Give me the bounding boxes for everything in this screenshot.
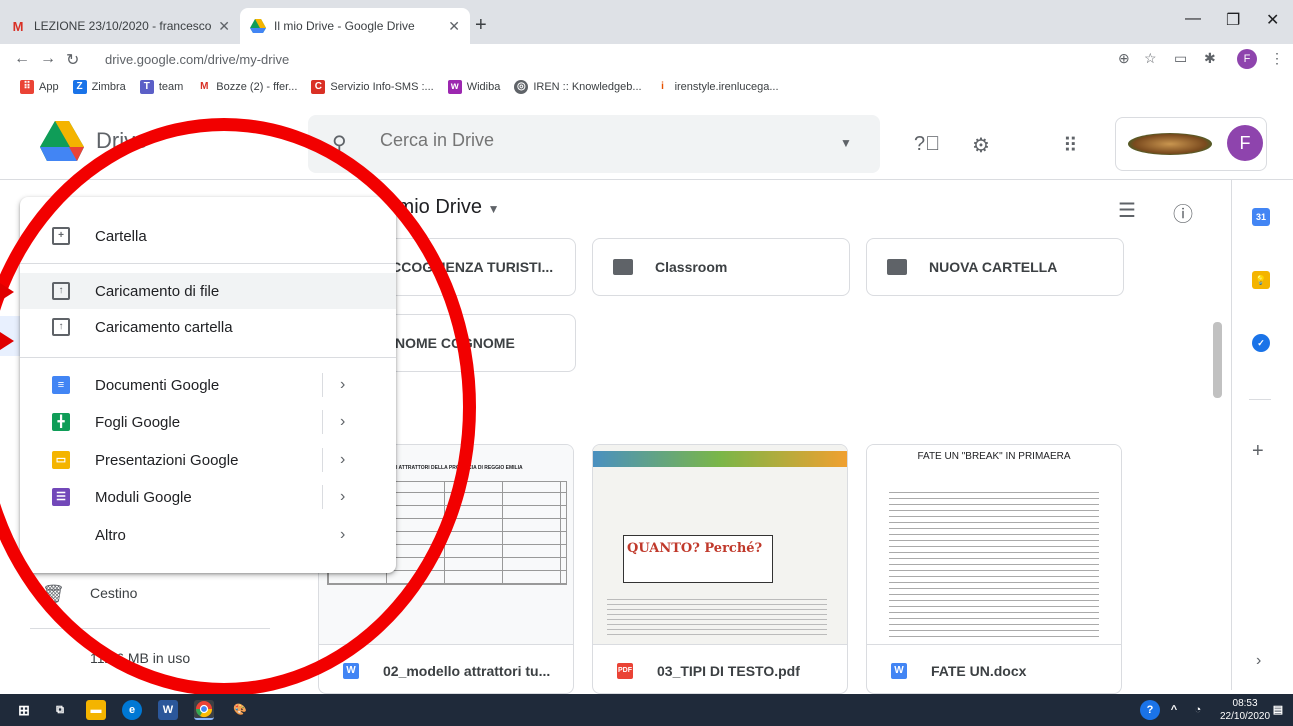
panel-divider <box>1249 399 1271 400</box>
folder-icon <box>613 259 633 275</box>
browser-tab-drive[interactable]: Il mio Drive - Google Drive ✕ <box>240 8 470 44</box>
info-icon[interactable]: ⓘ <box>1173 198 1193 227</box>
side-panel <box>1231 180 1293 690</box>
browser-tab-gmail[interactable]: M LEZIONE 23/10/2020 - francesco ✕ <box>0 8 240 44</box>
zoom-icon[interactable]: ⊕ <box>1118 50 1130 67</box>
forward-icon[interactable]: → <box>40 50 56 68</box>
profile-avatar[interactable]: F <box>1237 49 1257 69</box>
network-icon[interactable]: ◔ <box>1188 700 1208 720</box>
windows-start-icon[interactable]: ⊞ <box>14 700 34 720</box>
tab-title: Il mio Drive - Google Drive <box>274 19 415 33</box>
restore-icon[interactable]: ❐ <box>1226 10 1240 30</box>
calendar-icon[interactable]: 31 <box>1252 208 1270 226</box>
word-icon[interactable]: W <box>158 700 178 720</box>
address-bar[interactable]: drive.google.com/drive/my-drive <box>95 48 1195 72</box>
sms-icon: C <box>311 80 326 94</box>
widiba-icon: w <box>447 80 462 94</box>
file-name: FATE UN.docx <box>931 663 1027 679</box>
search-options-icon[interactable]: ▼ <box>840 136 852 150</box>
account-avatar[interactable]: F <box>1227 125 1263 161</box>
paint-icon[interactable]: 🎨 <box>230 700 250 720</box>
bookmark-irenstyle[interactable]: i irenstyle.irenlucega... <box>655 80 779 94</box>
bookmarks-bar: ⠿ App Z Zimbra Tteam M Bozze (2) - ffer... … <box>0 76 1293 98</box>
file-name: 02_modello attrattori tu... <box>383 663 551 679</box>
word-file-icon: W <box>891 663 907 679</box>
file-name: 03_TIPI DI TESTO.pdf <box>657 663 800 679</box>
help-tray-icon[interactable]: ? <box>1140 700 1160 720</box>
list-view-icon[interactable]: ☰ <box>1118 198 1136 223</box>
tasks-icon[interactable]: ✓ <box>1252 334 1270 352</box>
task-view-icon[interactable]: ⧉ <box>50 700 70 720</box>
bookmark-sms[interactable]: C Servizio Info-SMS :... <box>311 80 434 94</box>
bookmark-zimbra[interactable]: Z Zimbra <box>72 80 126 94</box>
apps-grid-icon[interactable]: ⠿ <box>1063 133 1078 158</box>
word-file-icon: W <box>343 663 359 679</box>
help-icon[interactable]: ?⃝ <box>914 133 940 156</box>
folder-item[interactable]: Classroom <box>592 238 850 296</box>
bookmark-bozze[interactable]: M Bozze (2) - ffer... <box>197 80 297 94</box>
tab-title: LEZIONE 23/10/2020 - francesco <box>34 19 212 33</box>
add-addon-icon[interactable]: + <box>1252 440 1264 463</box>
close-icon[interactable]: ✕ <box>218 18 230 35</box>
gear-icon[interactable]: ⚙ <box>972 133 990 158</box>
chevron-down-icon: ▼ <box>487 202 500 216</box>
gmail-icon: M <box>197 80 212 94</box>
apps-icon: ⠿ <box>20 80 34 94</box>
annotation-arrow <box>0 332 14 350</box>
folder-icon <box>887 259 907 275</box>
star-icon[interactable]: ☆ <box>1144 50 1157 67</box>
scrollbar[interactable] <box>1213 322 1222 398</box>
bookmark-apps[interactable]: ⠿ App <box>20 80 59 94</box>
bookmark-iren-kb[interactable]: ◎ IREN :: Knowledgeb... <box>514 80 642 94</box>
cast-icon[interactable]: ▭ <box>1174 50 1187 67</box>
extensions-icon[interactable]: ✱ <box>1204 50 1216 67</box>
drive-icon <box>250 18 266 34</box>
file-thumbnail: QUANTO? Perché? <box>593 445 847 645</box>
doc-banner <box>593 451 847 467</box>
new-tab-icon[interactable]: + <box>475 14 487 37</box>
reload-icon[interactable]: ↻ <box>66 50 79 70</box>
drive-logo-icon <box>40 121 84 161</box>
tray-chevron-icon[interactable]: ^ <box>1164 700 1184 720</box>
annotation-arrow <box>0 283 14 301</box>
teams-icon: T <box>139 80 154 94</box>
file-explorer-icon[interactable]: ▬ <box>86 700 106 720</box>
file-card[interactable]: FATE UN "BREAK" IN PRIMAERA W FATE UN.do… <box>866 444 1122 694</box>
back-icon[interactable]: ← <box>14 50 30 68</box>
gmail-icon: M <box>12 18 24 34</box>
close-icon[interactable]: ✕ <box>448 18 460 35</box>
globe-icon: ◎ <box>514 80 529 94</box>
system-clock[interactable]: 08:53 22/10/2020 <box>1220 697 1270 723</box>
iren-icon: i <box>655 80 670 94</box>
keep-icon[interactable]: 💡 <box>1252 271 1270 289</box>
text-lines <box>607 595 827 635</box>
notifications-icon[interactable]: ▤ <box>1268 700 1288 720</box>
zimbra-icon: Z <box>72 80 87 94</box>
search-input[interactable] <box>380 130 800 151</box>
bookmark-widiba[interactable]: w Widiba <box>447 80 500 94</box>
menu-icon[interactable]: ⋮ <box>1270 50 1284 67</box>
file-thumbnail: FATE UN "BREAK" IN PRIMAERA <box>867 445 1121 645</box>
window-close-icon[interactable]: ✕ <box>1266 10 1279 30</box>
file-card[interactable]: QUANTO? Perché? PDF 03_TIPI DI TESTO.pdf <box>592 444 848 694</box>
pdf-file-icon: PDF <box>617 663 633 679</box>
edge-icon[interactable]: e <box>122 700 142 720</box>
bookmark-team[interactable]: Tteam <box>139 80 183 94</box>
minimize-icon[interactable]: — <box>1185 10 1201 28</box>
chrome-icon[interactable] <box>194 700 214 720</box>
folder-item[interactable]: NUOVA CARTELLA <box>866 238 1124 296</box>
text-lines <box>889 487 1099 637</box>
organization-logo <box>1128 133 1212 155</box>
collapse-panel-icon[interactable]: › <box>1256 652 1261 670</box>
